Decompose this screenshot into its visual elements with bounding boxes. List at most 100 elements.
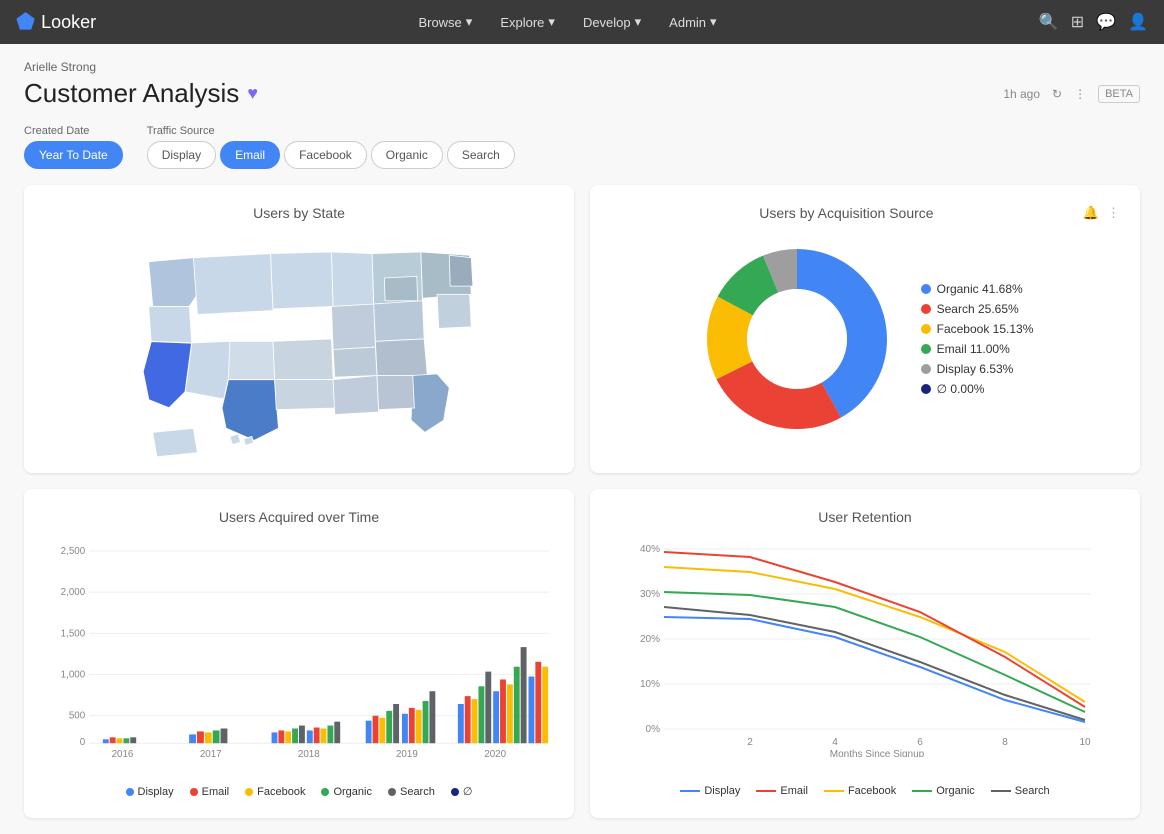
- top-navigation: ⬟ Looker Browse ▾ Explore ▾ Develop ▾ Ad…: [0, 0, 1164, 44]
- logo-icon: ⬟: [16, 9, 35, 35]
- page-header: Customer Analysis ♥ 1h ago ↻ ⋮ BETA: [24, 78, 1140, 109]
- filter-row: Created Date Year To Date Traffic Source…: [24, 125, 1140, 169]
- acquisition-chart-header: Users by Acquisition Source 🔔 ⋮: [610, 205, 1120, 221]
- legend-facebook-line: Facebook: [824, 785, 896, 797]
- created-date-filter: Created Date Year To Date: [24, 125, 123, 169]
- organic-line-color: [912, 790, 932, 792]
- svg-text:0%: 0%: [646, 724, 661, 735]
- svg-text:10: 10: [1079, 737, 1091, 748]
- charts-grid: Users by State: [24, 185, 1140, 818]
- last-updated: 1h ago: [1003, 87, 1040, 101]
- legend-display-bar: Display: [126, 785, 174, 798]
- email-bar-color: [190, 788, 198, 796]
- more-options-icon[interactable]: ⋮: [1107, 205, 1120, 221]
- null-bar-color: [451, 788, 459, 796]
- display-line-color: [680, 790, 700, 792]
- legend-search: Search 25.65%: [921, 302, 1034, 316]
- nav-icons: 🔍 ⊞ 💬 👤: [1039, 12, 1148, 32]
- email-tab[interactable]: Email: [220, 141, 280, 169]
- logo-text: Looker: [41, 12, 96, 33]
- organic-color: [921, 284, 931, 294]
- nav-explore[interactable]: Explore ▾: [488, 8, 567, 36]
- search-icon[interactable]: 🔍: [1039, 12, 1059, 32]
- svg-text:10%: 10%: [640, 679, 660, 690]
- main-content: Arielle Strong Customer Analysis ♥ 1h ag…: [0, 44, 1164, 834]
- filters-section: Created Date Year To Date Traffic Source…: [24, 125, 1140, 169]
- search-color: [921, 304, 931, 314]
- page-title: Customer Analysis: [24, 78, 239, 109]
- donut-chart: Organic 41.68% Search 25.65% Facebook 15…: [610, 229, 1120, 449]
- display-bar-color: [126, 788, 134, 796]
- svg-text:2017: 2017: [200, 749, 222, 760]
- logo[interactable]: ⬟ Looker: [16, 9, 96, 35]
- legend-organic: Organic 41.68%: [921, 282, 1034, 296]
- svg-text:4: 4: [832, 737, 838, 748]
- nav-links: Browse ▾ Explore ▾ Develop ▾ Admin ▾: [406, 8, 728, 36]
- bar-chart-legend: Display Email Facebook Organic Search: [44, 785, 554, 798]
- line-chart-legend: Display Email Facebook Organic Search: [610, 785, 1120, 797]
- svg-text:Months Since Signup: Months Since Signup: [830, 749, 925, 757]
- svg-text:2018: 2018: [298, 749, 320, 760]
- source-tabs: Display Email Facebook Organic Search: [147, 141, 515, 169]
- display-tab[interactable]: Display: [147, 141, 216, 169]
- user-retention-card: User Retention 40% 30% 20% 10% 0%: [590, 489, 1140, 818]
- chart-actions: 🔔 ⋮: [1083, 205, 1120, 221]
- chevron-down-icon: ▾: [466, 14, 473, 30]
- legend-facebook: Facebook 15.13%: [921, 322, 1034, 336]
- svg-text:6: 6: [917, 737, 923, 748]
- svg-text:500: 500: [69, 711, 86, 722]
- chevron-down-icon: ▾: [635, 14, 642, 30]
- chevron-down-icon: ▾: [548, 14, 555, 30]
- svg-text:2: 2: [747, 737, 753, 748]
- legend-display-line: Display: [680, 785, 740, 797]
- bell-icon[interactable]: 🔔: [1083, 205, 1099, 221]
- svg-text:2016: 2016: [112, 749, 134, 760]
- more-icon[interactable]: ⋮: [1074, 87, 1086, 101]
- line-chart: 40% 30% 20% 10% 0% 2 4 6 8 10: [610, 537, 1120, 777]
- search-bar-color: [388, 788, 396, 796]
- svg-text:2,000: 2,000: [61, 587, 86, 598]
- legend-display: Display 6.53%: [921, 362, 1034, 376]
- bar-chart: 2,500 2,000 1,500 1,000 500 0 2016 2017: [44, 537, 554, 777]
- nav-develop[interactable]: Develop ▾: [571, 8, 653, 36]
- acquisition-chart-title: Users by Acquisition Source: [759, 205, 933, 221]
- legend-email: Email 11.00%: [921, 342, 1034, 356]
- organic-tab[interactable]: Organic: [371, 141, 443, 169]
- svg-text:2020: 2020: [484, 749, 506, 760]
- legend-email-line: Email: [756, 785, 808, 797]
- display-color: [921, 364, 931, 374]
- legend-null-bar: ∅: [451, 785, 473, 798]
- grid-icon[interactable]: ⊞: [1071, 12, 1084, 32]
- created-date-label: Created Date: [24, 125, 123, 137]
- facebook-line-color: [824, 790, 844, 792]
- us-map: [44, 233, 554, 453]
- email-line-color: [756, 790, 776, 792]
- year-to-date-tab[interactable]: Year To Date: [24, 141, 123, 169]
- legend-null: ∅ 0.00%: [921, 382, 1034, 396]
- search-line-color: [991, 790, 1011, 792]
- svg-text:30%: 30%: [640, 589, 660, 600]
- refresh-icon[interactable]: ↻: [1052, 87, 1062, 101]
- donut-legend: Organic 41.68% Search 25.65% Facebook 15…: [921, 282, 1034, 396]
- legend-email-bar: Email: [190, 785, 230, 798]
- legend-organic-line: Organic: [912, 785, 975, 797]
- svg-text:0: 0: [80, 737, 86, 748]
- user-avatar[interactable]: 👤: [1128, 12, 1148, 32]
- favorite-icon[interactable]: ♥: [247, 83, 258, 104]
- null-color: [921, 384, 931, 394]
- email-color: [921, 344, 931, 354]
- svg-text:1,000: 1,000: [61, 670, 86, 681]
- date-tabs: Year To Date: [24, 141, 123, 169]
- traffic-source-filter: Traffic Source Display Email Facebook Or…: [147, 125, 515, 169]
- facebook-tab[interactable]: Facebook: [284, 141, 367, 169]
- traffic-source-label: Traffic Source: [147, 125, 515, 137]
- nav-admin[interactable]: Admin ▾: [657, 8, 728, 36]
- us-map-svg: [79, 213, 519, 473]
- chat-icon[interactable]: 💬: [1096, 12, 1116, 32]
- legend-facebook-bar: Facebook: [245, 785, 305, 798]
- users-acquired-card: Users Acquired over Time 2,500 2,000 1,5…: [24, 489, 574, 818]
- title-row: Customer Analysis ♥: [24, 78, 258, 109]
- chevron-down-icon: ▾: [710, 14, 717, 30]
- nav-browse[interactable]: Browse ▾: [406, 8, 484, 36]
- search-tab[interactable]: Search: [447, 141, 515, 169]
